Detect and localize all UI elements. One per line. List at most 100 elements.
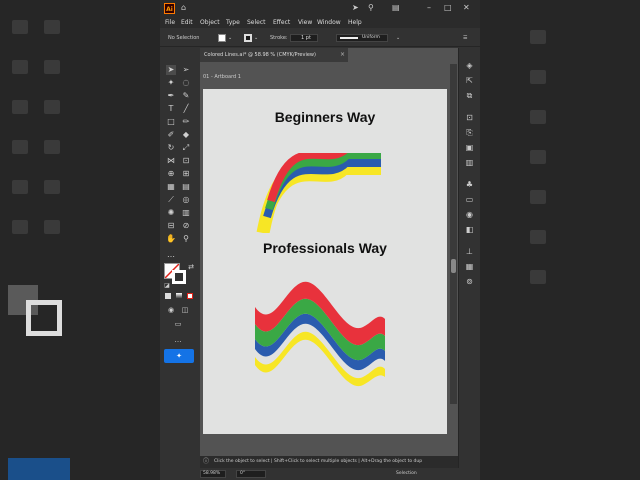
menu-window[interactable]: Window [317,17,341,28]
selection-tool-icon[interactable]: ➤ [166,65,176,75]
arrange-icon[interactable]: ▤ [392,3,400,13]
stroke-swatch[interactable] [172,270,186,284]
more-tools-icon[interactable]: … [173,335,183,345]
symbol-sprayer-tool-icon[interactable]: ✺ [166,208,176,218]
rotate-tool-icon[interactable]: ↻ [166,143,176,153]
vertical-scrollbar[interactable] [450,64,457,404]
symbols-icon[interactable]: ♣ [464,179,475,190]
chevron-down-icon[interactable]: ⌄ [254,30,258,46]
menu-select[interactable]: Select [247,17,266,28]
menu-bar: File Edit Object Type Select Effect View… [160,17,480,28]
eraser-tool-icon[interactable]: ◆ [181,130,191,140]
none-mode-icon[interactable] [187,293,193,299]
screen-mode-icon[interactable]: ▭ [173,319,183,329]
transparency-icon[interactable]: ◧ [464,224,475,235]
draw-behind-icon[interactable]: ◫ [180,305,190,315]
asset-export-icon[interactable]: ▣ [464,142,475,153]
layers-icon[interactable]: ◈ [464,60,475,71]
export-icon[interactable]: ⇱ [464,75,475,86]
stroke-weight-value: 1 pt [301,35,311,41]
pathfinder-icon[interactable]: ⊚ [464,276,475,287]
line-tool-icon[interactable]: ╱ [181,104,191,114]
menu-view[interactable]: View [298,17,312,28]
gradient-mode-icon[interactable] [176,293,182,299]
libraries-icon[interactable]: ▥ [464,157,475,168]
links-icon[interactable]: ⎘ [464,127,475,138]
close-icon[interactable]: ✕ [463,3,470,13]
share-icon[interactable]: ➤ [352,3,359,13]
column-graph-tool-icon[interactable]: ▥ [181,208,191,218]
maximize-icon[interactable]: □ [444,3,452,13]
search-icon[interactable]: ⚲ [368,3,374,13]
blurred-panel-icon [530,70,546,84]
menu-edit[interactable]: Edit [181,17,193,28]
rectangle-tool-icon[interactable]: □ [166,117,176,127]
align-icon[interactable]: ⊥ [464,246,475,257]
panel-menu-icon[interactable]: ☰ [463,30,467,46]
hand-tool-icon[interactable]: ✋ [166,234,176,244]
paintbrush-tool-icon[interactable]: ✏ [181,117,191,127]
appearance-icon[interactable]: ◉ [464,209,475,220]
blurred-tool-icon [44,20,60,34]
zoom-field[interactable]: 58.98% [200,470,226,478]
stroke-weight-field[interactable]: 1 pt [290,34,318,42]
eyedropper-tool-icon[interactable]: ⟋ [166,195,176,205]
menu-type[interactable]: Type [226,17,240,28]
document-info-icon[interactable]: ⊡ [464,112,475,123]
artboard-tool-icon[interactable]: ⊟ [166,221,176,231]
chevron-down-icon[interactable]: ⌄ [396,30,400,46]
home-icon[interactable]: ⌂ [181,3,186,13]
rotation-field[interactable]: 0° [236,470,266,478]
swap-colors-icon[interactable]: ⇄ [186,262,196,272]
live-paint-tool-icon[interactable]: ⊞ [181,169,191,179]
direct-selection-tool-icon[interactable]: ➢ [181,65,191,75]
menu-effect[interactable]: Effect [273,17,290,28]
brushes-icon[interactable]: ▭ [464,194,475,205]
shape-builder-tool-icon[interactable]: ⊕ [166,169,176,179]
blurred-tool-icon [12,60,28,74]
discover-button[interactable]: ✦ [164,349,194,363]
edit-toolbar-icon[interactable]: … [166,250,176,260]
fill-color-control[interactable] [218,34,226,42]
magic-wand-tool-icon[interactable]: ✦ [166,78,176,88]
blurred-tool-icon [44,180,60,194]
zoom-value: 58.98% [203,471,221,476]
scrollbar-thumb[interactable] [451,259,456,273]
transform-icon[interactable]: ▦ [464,261,475,272]
default-colors-icon[interactable]: ◪ [162,281,172,291]
document-tab[interactable]: Colored Lines.ai* @ 58.98 % (CMYK/Previe… [200,48,348,62]
stroke-profile-dropdown[interactable]: Uniform [336,34,388,42]
minimize-icon[interactable]: – [427,3,431,13]
free-transform-tool-icon[interactable]: ⊡ [181,156,191,166]
type-tool-icon[interactable]: T [166,104,176,114]
shaper-tool-icon[interactable]: ✐ [166,130,176,140]
artboard[interactable]: Beginners Way Professionals Way [203,89,447,434]
pen-tool-icon[interactable]: ✒ [166,91,176,101]
mesh-tool-icon[interactable]: ▦ [166,182,176,192]
artboards-icon[interactable]: ⧉ [464,90,475,101]
rotation-value: 0° [240,471,246,476]
scale-tool-icon[interactable]: ⤢ [181,143,191,153]
menu-help[interactable]: Help [348,17,362,28]
blurred-tool-icon [12,220,28,234]
blend-tool-icon[interactable]: ◎ [181,195,191,205]
beginners-ribbon[interactable] [203,153,447,233]
blurred-left-background [0,0,160,480]
zoom-tool-icon[interactable]: ⚲ [181,234,191,244]
menu-object[interactable]: Object [200,17,220,28]
chevron-down-icon[interactable]: ⌄ [228,30,232,46]
stroke-color-control[interactable] [244,34,252,42]
blurred-tool-icon [12,140,28,154]
hint-text: Click the object to select | Shift+Click… [214,459,423,464]
blurred-panel-icon [530,150,546,164]
slice-tool-icon[interactable]: ⊘ [181,221,191,231]
curvature-tool-icon[interactable]: ✎ [181,91,191,101]
color-mode-icon[interactable] [165,293,171,299]
draw-mode-icon[interactable]: ◉ [166,305,176,315]
gradient-tool-icon[interactable]: ▤ [181,182,191,192]
lasso-tool-icon[interactable]: ◌ [181,78,191,88]
professionals-ribbon[interactable] [203,279,447,389]
close-tab-icon[interactable]: × [340,48,345,62]
menu-file[interactable]: File [165,17,175,28]
width-tool-icon[interactable]: ⋈ [166,156,176,166]
